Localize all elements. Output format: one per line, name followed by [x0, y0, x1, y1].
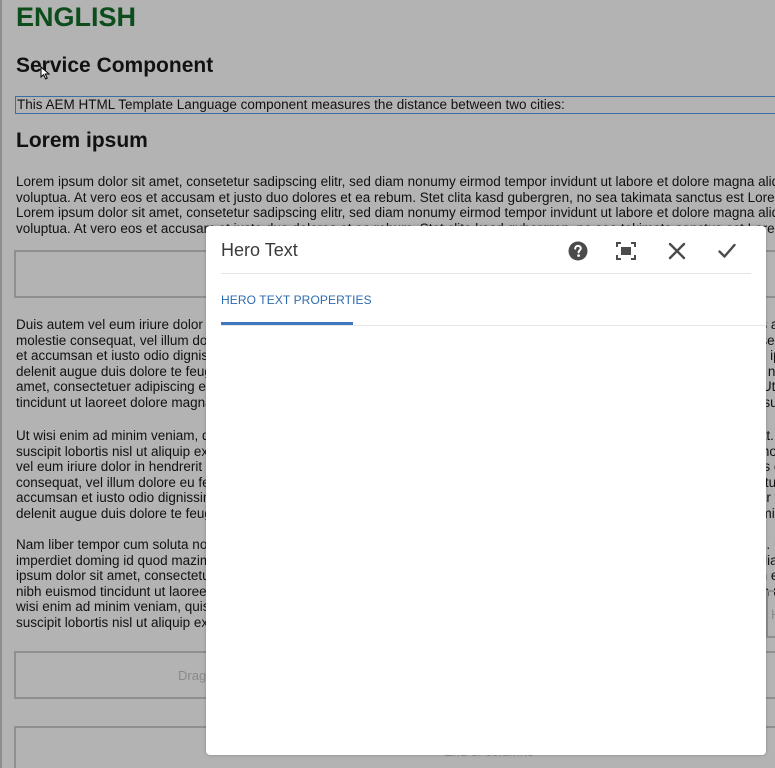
component-drop-zone-right[interactable]: H	[766, 590, 775, 638]
dialog-header-divider	[221, 273, 751, 274]
fullscreen-button[interactable]	[613, 238, 639, 264]
mouse-cursor-icon	[40, 66, 51, 80]
close-button[interactable]	[664, 238, 690, 264]
text-line: voluptua. At vero eos et accusam et just…	[16, 189, 775, 205]
drop-zone-label: H	[771, 607, 775, 622]
checkmark-icon	[718, 243, 736, 258]
text-line: Lorem ipsum dolor sit amet, consetetur s…	[16, 205, 775, 221]
service-component-text[interactable]: This AEM HTML Template Language componen…	[15, 96, 775, 114]
lorem-ipsum-heading: Lorem ipsum	[16, 129, 148, 152]
page-title: ENGLISH	[16, 2, 137, 32]
tab-hero-text-properties[interactable]: HERO TEXT PROPERTIES	[221, 293, 372, 307]
hero-text-dialog: Hero Text HERO TEXT PROPERTIES	[206, 226, 766, 755]
fullscreen-icon	[616, 242, 636, 260]
done-button[interactable]	[714, 238, 740, 264]
help-button[interactable]	[565, 238, 591, 264]
help-circle-icon	[568, 241, 588, 261]
close-icon	[668, 242, 686, 260]
text-line: Lorem ipsum dolor sit amet, consetetur s…	[16, 174, 775, 189]
tab-bar-divider	[221, 325, 766, 326]
dialog-title: Hero Text	[221, 240, 298, 260]
page-left-border	[0, 0, 2, 768]
